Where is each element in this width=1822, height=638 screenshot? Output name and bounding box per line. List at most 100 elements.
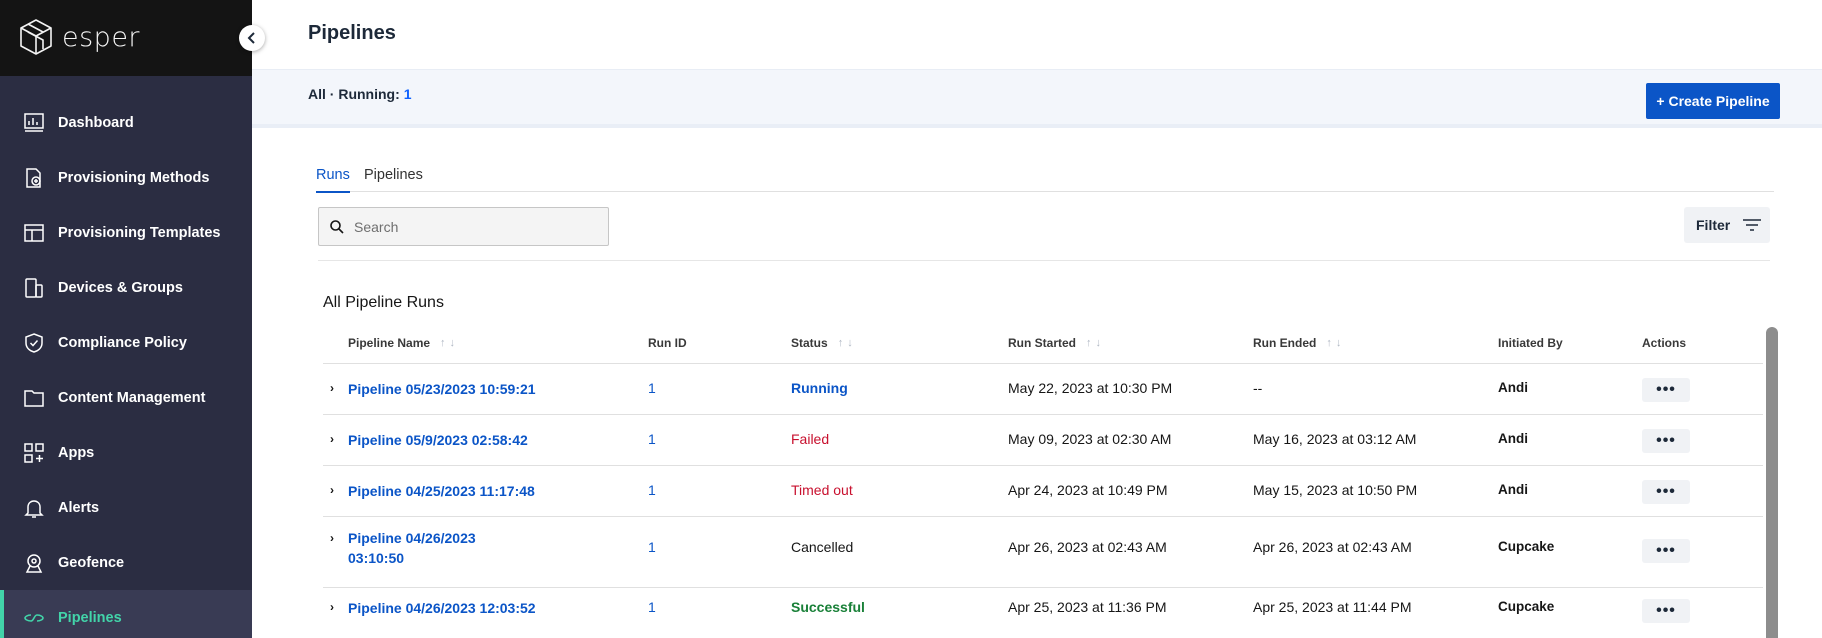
column-run-started[interactable]: Run Started ↑↓ [1008, 336, 1105, 350]
sort-icon[interactable]: ↑↓ [1326, 337, 1345, 349]
pipeline-name-link[interactable]: Pipeline 04/26/2023 12:03:52 [348, 598, 536, 618]
status-badge: Failed [791, 431, 830, 447]
expand-row-icon[interactable]: › [330, 483, 334, 497]
chevron-left-icon [247, 32, 255, 44]
sort-icon[interactable]: ↑↓ [1086, 337, 1105, 349]
table-row[interactable]: › Pipeline 04/26/2023 03:10:50 1 Cancell… [323, 517, 1763, 588]
expand-row-icon[interactable]: › [330, 600, 334, 614]
sidebar-item-label: Geofence [58, 554, 125, 571]
summary-bar: All · Running: 1 [252, 70, 1822, 128]
run-ended: -- [1253, 380, 1263, 396]
provisioning-templates-icon [22, 221, 46, 245]
run-id: 1 [648, 431, 656, 447]
search-box [318, 207, 609, 246]
table-row[interactable]: › Pipeline 05/9/2023 02:58:42 1 Failed M… [323, 415, 1763, 466]
status-badge: Timed out [791, 482, 853, 498]
table-row[interactable]: › Pipeline 04/25/2023 11:17:48 1 Timed o… [323, 466, 1763, 517]
row-actions-button[interactable]: ••• [1642, 539, 1690, 563]
table-header: Pipeline Name ↑↓ Run ID Status ↑↓ Run Star… [323, 325, 1763, 364]
status-badge: Successful [791, 599, 865, 615]
tab-pipelines[interactable]: Pipelines [364, 167, 423, 191]
column-actions: Actions [1642, 336, 1687, 350]
row-actions-button[interactable]: ••• [1642, 378, 1690, 402]
sidebar-item-label: Devices & Groups [58, 279, 183, 296]
pipelines-icon [22, 606, 46, 630]
sidebar-item-pipelines[interactable]: Pipelines [0, 590, 252, 638]
filter-label: Filter [1696, 217, 1731, 233]
sidebar-item-alerts[interactable]: Alerts [0, 480, 252, 535]
tab-runs[interactable]: Runs [316, 167, 350, 193]
row-actions-button[interactable]: ••• [1642, 429, 1690, 453]
run-ended: Apr 25, 2023 at 11:44 PM [1253, 599, 1412, 615]
initiated-by: Cupcake [1498, 539, 1555, 554]
bell-icon [22, 496, 46, 520]
page-title: Pipelines [308, 22, 396, 44]
filter-icon [1743, 219, 1762, 231]
shield-icon [22, 331, 46, 355]
search-icon [330, 220, 344, 234]
sidebar-nav: Dashboard Provisioning Methods Provision… [0, 95, 252, 638]
search-input[interactable] [353, 208, 603, 245]
column-status[interactable]: Status ↑↓ [791, 336, 857, 350]
sidebar-item-devices-groups[interactable]: Devices & Groups [0, 260, 252, 315]
run-ended: Apr 26, 2023 at 02:43 AM [1253, 539, 1412, 555]
sidebar-item-label: Alerts [58, 499, 100, 516]
run-id: 1 [648, 482, 656, 498]
sort-icon[interactable]: ↑↓ [838, 337, 857, 349]
pipeline-name-link[interactable]: Pipeline 05/9/2023 02:58:42 [348, 430, 528, 450]
sidebar-item-label: Provisioning Templates [58, 224, 221, 241]
run-started: May 22, 2023 at 10:30 PM [1008, 380, 1173, 396]
sidebar-item-content-management[interactable]: Content Management [0, 370, 252, 425]
sort-icon[interactable]: ↑↓ [440, 337, 459, 349]
column-run-ended[interactable]: Run Ended ↑↓ [1253, 336, 1345, 350]
expand-row-icon[interactable]: › [330, 381, 334, 395]
initiated-by: Andi [1498, 431, 1528, 446]
run-started: Apr 26, 2023 at 02:43 AM [1008, 539, 1167, 555]
sidebar-collapse-button[interactable] [239, 25, 265, 51]
esper-logo-icon [20, 19, 52, 55]
run-id: 1 [648, 599, 656, 615]
initiated-by: Andi [1498, 380, 1528, 395]
run-summary: All · Running: 1 [308, 86, 412, 102]
row-actions-button[interactable]: ••• [1642, 480, 1690, 504]
expand-row-icon[interactable]: › [330, 432, 334, 446]
brand-header: esper [0, 0, 252, 76]
running-count[interactable]: 1 [404, 86, 412, 102]
geofence-icon [22, 551, 46, 575]
run-started: Apr 24, 2023 at 10:49 PM [1008, 482, 1168, 498]
table-row[interactable]: › Pipeline 05/23/2023 10:59:21 1 Running… [323, 364, 1763, 415]
run-id: 1 [648, 380, 656, 396]
sidebar: esper Dashboard Provisioning Methods Pro… [0, 0, 265, 638]
sidebar-item-apps[interactable]: Apps [0, 425, 252, 480]
sidebar-item-geofence[interactable]: Geofence [0, 535, 252, 590]
filter-button[interactable]: Filter [1684, 207, 1770, 243]
initiated-by: Cupcake [1498, 599, 1555, 614]
sidebar-item-provisioning-templates[interactable]: Provisioning Templates [0, 205, 252, 260]
table-scrollbar[interactable] [1766, 327, 1778, 638]
sidebar-item-compliance-policy[interactable]: Compliance Policy [0, 315, 252, 370]
run-ended: May 16, 2023 at 03:12 AM [1253, 431, 1417, 447]
apps-icon [22, 441, 46, 465]
summary-label: All · Running: [308, 86, 400, 102]
expand-row-icon[interactable]: › [330, 531, 334, 545]
pipeline-name-link[interactable]: Pipeline 05/23/2023 10:59:21 [348, 379, 536, 399]
run-ended: May 15, 2023 at 10:50 PM [1253, 482, 1418, 498]
sidebar-item-label: Provisioning Methods [58, 169, 210, 186]
row-actions-button[interactable]: ••• [1642, 599, 1690, 623]
status-badge: Cancelled [791, 539, 854, 555]
dashboard-icon [22, 111, 46, 135]
divider [318, 260, 1770, 261]
create-pipeline-button[interactable]: + Create Pipeline [1646, 83, 1780, 119]
sidebar-item-dashboard[interactable]: Dashboard [0, 95, 252, 150]
pipeline-name-link[interactable]: Pipeline 04/26/2023 03:10:50 [348, 528, 498, 568]
table-title: All Pipeline Runs [323, 294, 444, 311]
run-started: Apr 25, 2023 at 11:36 PM [1008, 599, 1167, 615]
tab-bar: Runs Pipelines [316, 165, 1774, 193]
sidebar-item-provisioning-methods[interactable]: Provisioning Methods [0, 150, 252, 205]
devices-icon [22, 276, 46, 300]
sidebar-item-label: Apps [58, 444, 95, 461]
column-pipeline-name[interactable]: Pipeline Name ↑↓ [348, 336, 459, 350]
table-row[interactable]: › Pipeline 04/26/2023 12:03:52 1 Success… [323, 588, 1763, 638]
folder-icon [22, 386, 46, 410]
pipeline-name-link[interactable]: Pipeline 04/25/2023 11:17:48 [348, 481, 535, 501]
